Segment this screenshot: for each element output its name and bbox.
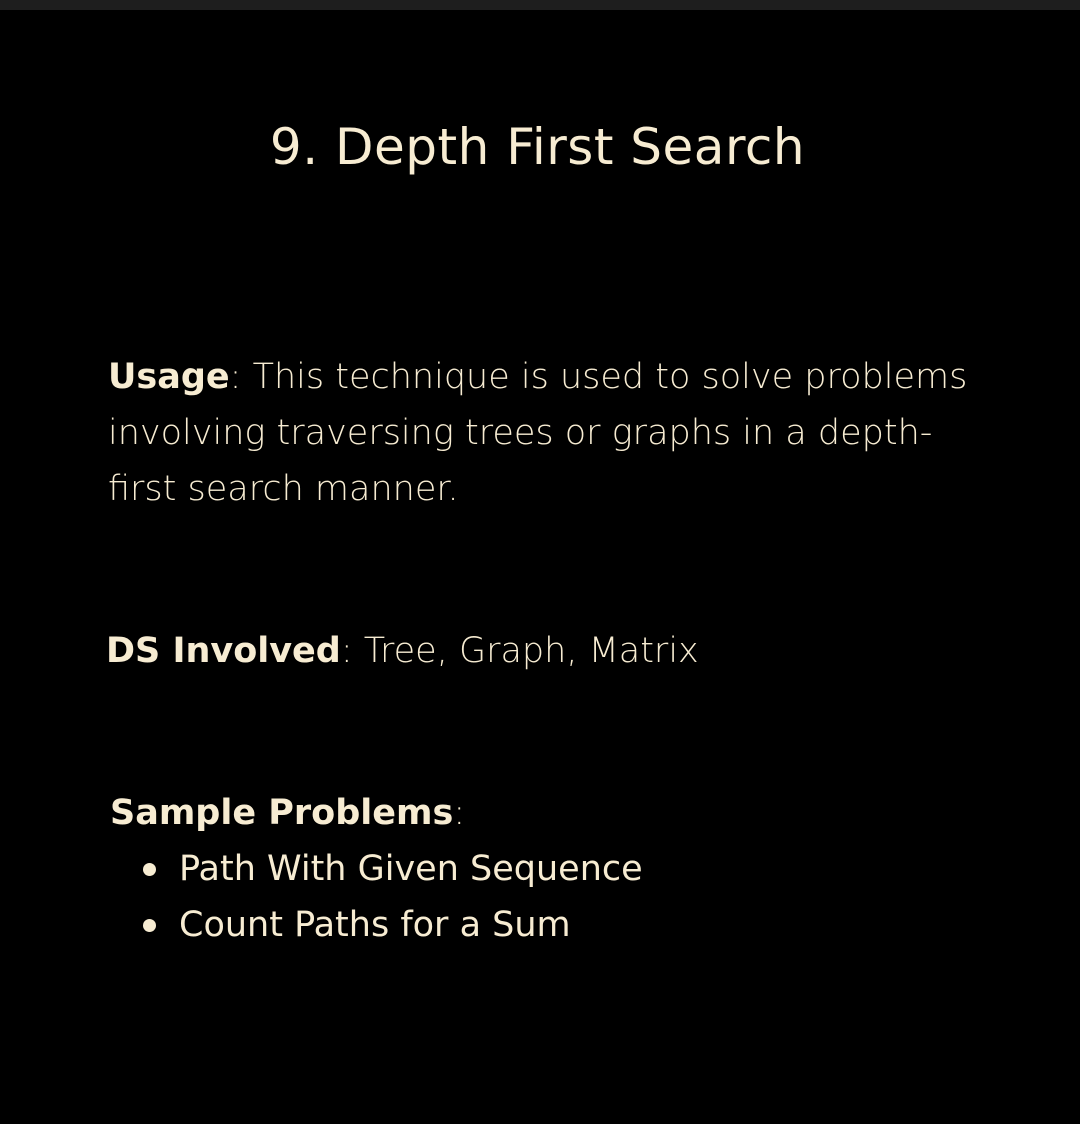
sample-problems-list: Path With Given Sequence Count Paths for… [136,841,643,953]
sample-problems-separator: : [453,793,466,833]
sample-problems-label: Sample Problems [110,793,454,833]
bullet-icon [143,919,156,932]
sample-problems-heading: Sample Problems: [110,785,990,841]
list-item-text: Path With Given Sequence [179,849,643,889]
list-item: Count Paths for a Sum [136,897,643,953]
top-status-bar [0,0,1080,10]
list-item-text: Count Paths for a Sum [179,905,571,945]
page-title: 9. Depth First Search [269,118,806,176]
ds-involved-label: DS Involved [106,631,341,671]
usage-label: Usage [108,357,230,397]
ds-involved-text: Tree, Graph, Matrix [352,631,699,671]
bullet-icon [143,863,156,876]
ds-involved-paragraph: DS Involved: Tree, Graph, Matrix [106,623,986,679]
usage-separator: : [229,357,242,397]
list-item: Path With Given Sequence [136,841,643,897]
usage-paragraph: Usage: This technique is used to solve p… [108,349,988,517]
ds-involved-separator: : [340,631,353,671]
